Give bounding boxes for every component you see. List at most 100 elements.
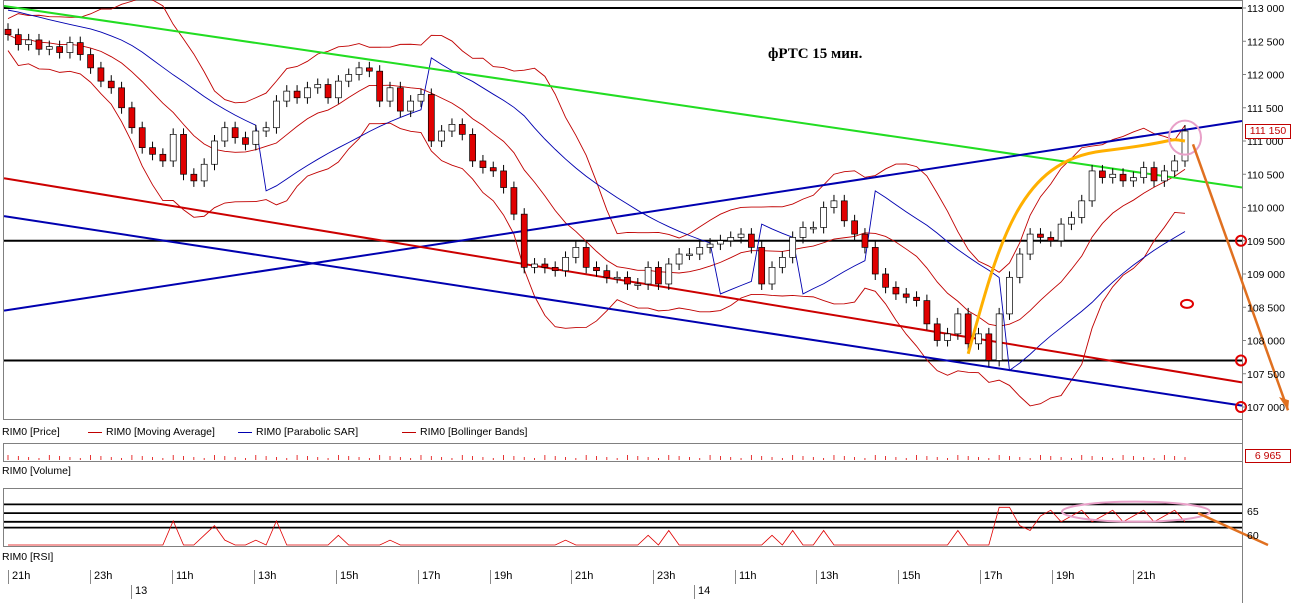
candle-body [882, 273, 889, 288]
candle-body [727, 237, 735, 242]
candle-body [778, 257, 786, 268]
candle-body [717, 240, 724, 245]
candle-body [345, 74, 353, 82]
last-price-badge: 111 150 [1245, 124, 1291, 139]
candle-body [138, 127, 146, 148]
candle-body [1171, 160, 1179, 172]
time-tick: 23h [653, 570, 675, 584]
candle-body [283, 90, 291, 102]
candle-body [510, 187, 518, 215]
candle-body [242, 137, 249, 145]
chart-title: фРТС 15 мин. [768, 46, 863, 62]
candle-body [14, 34, 22, 45]
candle-body [551, 267, 559, 272]
candle-body [314, 84, 322, 89]
target-marker [1180, 298, 1194, 309]
y-tick-label: 108 500 [1247, 302, 1285, 314]
candle-body [913, 296, 920, 301]
time-axis[interactable]: 21h 23h 11h 13h 15h 17h 19h 21h 23h 11h … [0, 569, 1243, 602]
candle-body [500, 170, 507, 188]
candle-body [355, 67, 363, 75]
rsi-tick-label: 60 [1247, 530, 1259, 542]
candle-body [933, 323, 941, 341]
legend-label: RIM0 [Bollinger Bands] [420, 426, 528, 438]
volume-value-badge: 6 965 [1245, 449, 1291, 463]
rsi-panel-label: RIM0 [RSI] [2, 551, 54, 563]
candle-body [479, 160, 487, 168]
candle-body [200, 163, 208, 182]
y-tick-label: 113 000 [1247, 3, 1284, 15]
candle-body [458, 124, 466, 135]
candle-body [892, 286, 900, 295]
candle-body [871, 247, 879, 275]
rsi-panel-frame [3, 488, 1243, 547]
y-tick-label: 109 000 [1247, 269, 1285, 281]
y-tick-label: 107 000 [1247, 402, 1285, 414]
candle-body [985, 333, 993, 361]
time-tick: 11h [172, 570, 194, 584]
legend-item-price[interactable]: RIM0 [Price] [2, 426, 60, 438]
candle-body [975, 333, 982, 345]
candle-body [840, 200, 848, 222]
time-tick: 17h [418, 570, 440, 584]
price-chart[interactable]: 113 000112 500112 000111 500111 000110 5… [0, 0, 1291, 603]
candle-body [696, 247, 704, 255]
legend-item-moving-average[interactable]: RIM0 [Moving Average] [88, 426, 215, 438]
candle-body [902, 293, 910, 298]
candle-body [448, 124, 456, 132]
candle-body [624, 276, 631, 285]
candle-body [427, 94, 435, 142]
candle-body [1047, 237, 1055, 242]
candle-body [520, 213, 528, 268]
candle-body [469, 134, 476, 162]
time-tick: 13h [254, 570, 276, 584]
line-swatch-icon [238, 431, 252, 433]
candle-body [1150, 167, 1158, 182]
candle-body [231, 127, 239, 139]
time-tick: 13h [816, 570, 838, 584]
candle-body [386, 87, 394, 102]
candle-body [221, 127, 229, 142]
candle-body [1026, 233, 1034, 255]
candle-body [582, 247, 590, 268]
legend-label: RIM0 [Moving Average] [106, 426, 215, 438]
candle-body [252, 130, 260, 145]
y-tick-label: 109 500 [1247, 236, 1285, 248]
time-tick: 19h [1052, 570, 1074, 584]
price-panel-frame [3, 0, 1243, 420]
candle-body [190, 173, 198, 182]
legend-label: RIM0 [Parabolic SAR] [256, 426, 359, 438]
candle-body [995, 313, 1003, 361]
candle-body [964, 313, 972, 345]
time-tick: 17h [980, 570, 1002, 584]
candle-body [655, 267, 662, 285]
time-tick: 21h [1133, 570, 1155, 584]
time-tick: 19h [490, 570, 512, 584]
candle-body [149, 147, 156, 155]
candle-body [861, 233, 869, 248]
candle-body [706, 243, 714, 248]
candle-body [97, 67, 105, 82]
candle-body [809, 227, 817, 230]
trend-line [3, 5, 1243, 189]
day-tick: 14 [694, 585, 710, 599]
candle-body [1016, 253, 1024, 278]
candle-body [675, 253, 683, 265]
trend-line [3, 177, 1243, 384]
candle-body [1181, 130, 1189, 162]
line-swatch-icon [402, 431, 416, 433]
candle-body [1161, 170, 1168, 182]
candle-body [417, 94, 425, 102]
candle-body [262, 127, 270, 132]
candle-body [923, 300, 931, 325]
y-tick-label: 110 500 [1247, 169, 1284, 181]
candle-body [304, 87, 311, 99]
legend: RIM0 [Price] RIM0 [Moving Average] RIM0 … [2, 426, 1242, 440]
candle-body [1078, 200, 1086, 218]
legend-item-parabolic-sar[interactable]: RIM0 [Parabolic SAR] [238, 426, 358, 438]
candle-body [613, 276, 621, 280]
candle-body [1068, 217, 1075, 225]
candle-body [1037, 233, 1044, 238]
parabolic-sar-line [7, 9, 1186, 372]
legend-item-bollinger-bands[interactable]: RIM0 [Bollinger Bands] [402, 426, 527, 438]
